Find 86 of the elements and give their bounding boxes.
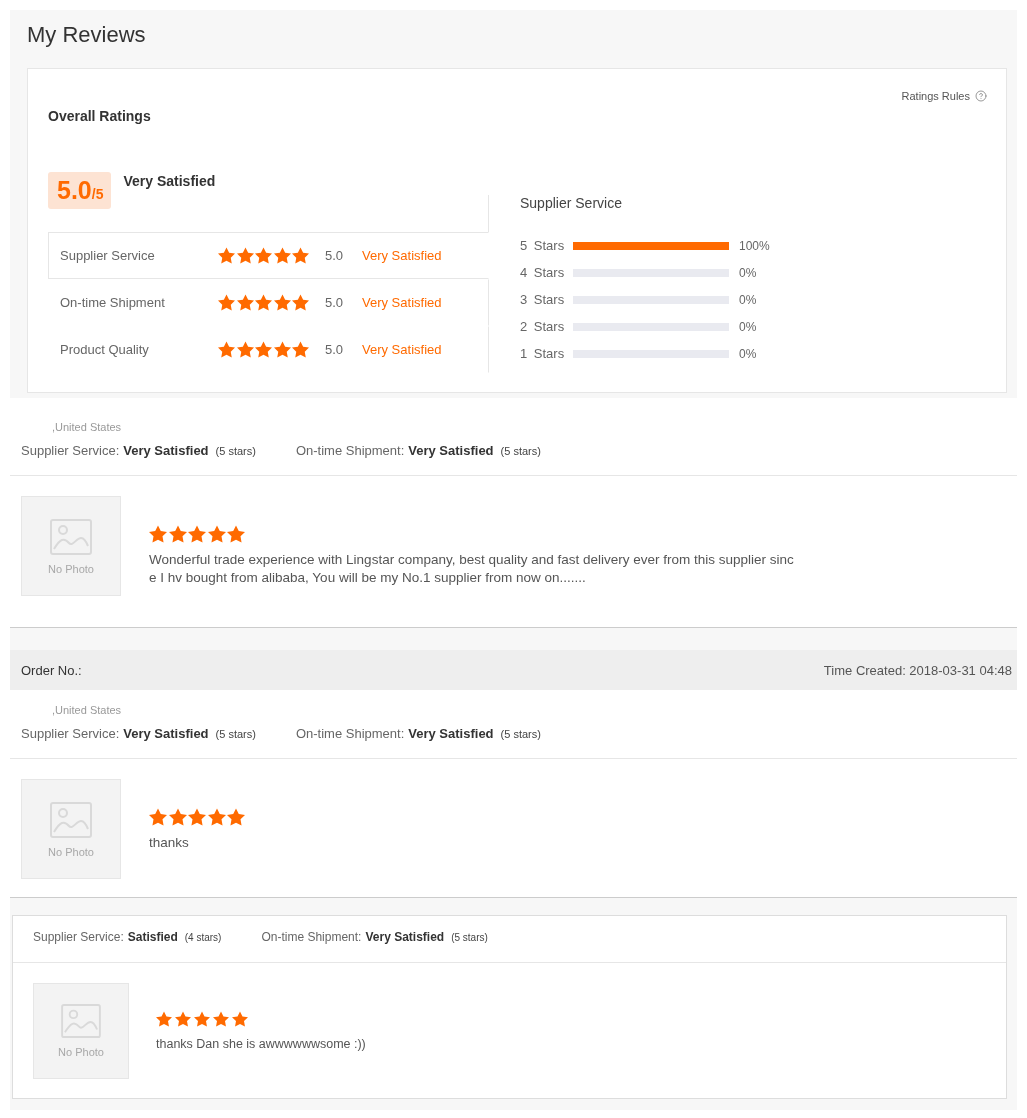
star-icon <box>175 1011 191 1027</box>
score-value: 5.0 <box>57 175 92 206</box>
rating-score: 5.0 <box>325 342 345 357</box>
star-level-label: 4 Stars <box>520 265 566 280</box>
rating-label: Supplier Service: <box>21 442 120 460</box>
rating-value: Very Satisfied <box>123 442 209 460</box>
star-icon <box>156 1011 172 1027</box>
star-icon <box>232 1011 248 1027</box>
star-icon <box>194 1011 210 1027</box>
image-icon <box>50 802 92 838</box>
buyer-location: ,United States <box>52 420 122 434</box>
overall-verdict: Very Satisfied <box>123 172 216 189</box>
star-icon <box>273 247 291 264</box>
order-number-label: Order No.: <box>21 662 82 678</box>
star-count: (5 stars) <box>215 444 256 459</box>
rating-value: Very Satisfied <box>365 929 445 946</box>
rating-score: 5.0 <box>325 248 345 263</box>
no-photo-label: No Photo <box>58 1046 104 1059</box>
star-icon <box>227 808 245 826</box>
star-count: (5 stars) <box>500 727 541 742</box>
star-icon <box>149 525 167 543</box>
star-icon <box>255 341 272 358</box>
rating-tab[interactable]: Supplier Service 5.0 Very Satisfied <box>48 232 489 279</box>
star-icon <box>188 808 206 826</box>
page-title: My Reviews <box>27 22 146 48</box>
star-icon <box>188 525 206 543</box>
percent-reading: 0% <box>739 292 757 307</box>
distribution-title: Supplier Service <box>520 195 622 211</box>
rating-verdict: Very Satisfied <box>362 248 442 263</box>
ratings-rules-link[interactable]: Ratings Rules <box>901 89 987 103</box>
star-count: (4 stars) <box>184 931 222 945</box>
percent-reading: 0% <box>739 265 757 280</box>
star-icon <box>236 294 254 311</box>
help-icon <box>975 90 987 102</box>
star-icon <box>255 247 272 264</box>
star-icon <box>207 525 226 543</box>
review-comment: Wonderful trade experience with Lingstar company, best quality and fast delivery ever from this supplier since I hv bought from alibaba, You will be my No.1 supplier from now on....... <box>149 551 795 587</box>
star-icon <box>255 294 272 311</box>
star-icon <box>218 247 235 264</box>
score-max: /5 <box>91 187 104 201</box>
overall-ratings-heading: Overall Ratings <box>48 107 151 125</box>
rating-label: On-time Shipment: <box>295 725 405 743</box>
time-created: Time Created: 2018-03-31 04:48 <box>823 662 1012 678</box>
review-comment: thanks Dan she is awwwwwwsome :)) <box>156 1036 366 1052</box>
star-icon <box>292 294 309 311</box>
star-icon <box>273 341 291 358</box>
star-level-label: 1 Stars <box>520 346 566 361</box>
rating-label: On-time Shipment: <box>295 442 405 460</box>
star-level-label: 5 Stars <box>520 238 566 253</box>
rating-value: Very Satisfied <box>408 442 494 460</box>
star-icon <box>227 525 245 543</box>
rating-value: Satisfied <box>127 929 178 946</box>
star-icon <box>168 525 187 543</box>
star-icon <box>292 341 309 358</box>
star-count: (5 stars) <box>500 444 541 459</box>
percent-reading: 0% <box>739 319 757 334</box>
star-icon <box>168 808 187 826</box>
percent-reading: 0% <box>739 346 757 361</box>
no-photo-label: No Photo <box>48 563 94 576</box>
no-photo-label: No Photo <box>48 846 94 859</box>
rating-label: On-time Shipment: <box>261 929 362 946</box>
rating-score: 5.0 <box>325 295 345 310</box>
image-icon <box>61 1004 101 1038</box>
star-icon <box>218 294 235 311</box>
star-level-label: 3 Stars <box>520 292 566 307</box>
star-icon <box>236 247 254 264</box>
rating-label: Supplier Service: <box>33 929 124 946</box>
rating-value: Very Satisfied <box>123 725 209 743</box>
rating-verdict: Very Satisfied <box>362 295 442 310</box>
star-icon <box>236 341 254 358</box>
star-icon <box>149 808 167 826</box>
buyer-location: ,United States <box>52 703 122 717</box>
star-icon <box>218 341 235 358</box>
rating-value: Very Satisfied <box>408 725 494 743</box>
star-icon <box>292 247 309 264</box>
star-icon <box>273 294 291 311</box>
rating-label: Supplier Service: <box>21 725 120 743</box>
star-icon <box>207 808 226 826</box>
star-count: (5 stars) <box>451 931 488 945</box>
review-comment: thanks <box>149 834 189 852</box>
star-level-label: 2 Stars <box>520 319 566 334</box>
percent-reading: 100% <box>739 238 770 253</box>
rating-verdict: Very Satisfied <box>362 342 442 357</box>
star-count: (5 stars) <box>215 727 256 742</box>
star-icon <box>213 1011 229 1027</box>
image-icon <box>50 519 92 555</box>
